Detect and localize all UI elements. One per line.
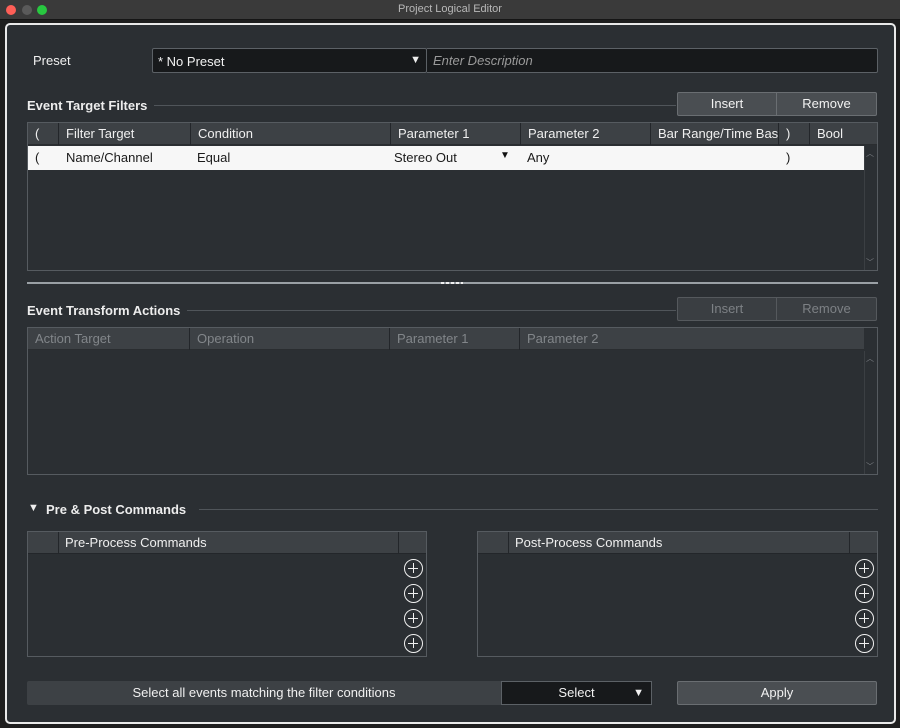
column-header-bar-range[interactable]: Bar Range/Time Bas [651, 123, 779, 145]
filters-section-title: Event Target Filters [27, 98, 148, 113]
filters-table: ( Filter Target Condition Parameter 1 Pa… [27, 122, 878, 271]
description-input[interactable] [427, 48, 878, 73]
column-header-bool[interactable]: Bool [810, 123, 864, 145]
window-title: Project Logical Editor [398, 3, 502, 15]
pre-process-commands-list: Pre-Process Commands [27, 531, 427, 657]
actions-table: Action Target Operation Parameter 1 Para… [27, 327, 878, 475]
add-post-command-icon[interactable] [855, 634, 874, 653]
actions-table-header: Action Target Operation Parameter 1 Para… [28, 328, 864, 350]
add-pre-command-icon[interactable] [404, 559, 423, 578]
function-mode-dropdown[interactable]: Select ▼ [501, 681, 652, 705]
chevron-down-icon: ▼ [633, 687, 644, 699]
scroll-up-icon[interactable]: ︿ [866, 148, 874, 159]
function-mode-value: Select [558, 685, 595, 700]
pre-process-header: Pre-Process Commands [28, 532, 426, 554]
add-pre-command-icon[interactable] [404, 584, 423, 603]
add-pre-command-icon[interactable] [404, 609, 423, 628]
column-header-condition[interactable]: Condition [191, 123, 391, 145]
remove-action-button[interactable]: Remove [777, 297, 877, 321]
post-process-header-label: Post-Process Commands [509, 532, 850, 554]
cell-close-paren[interactable]: ) [779, 146, 790, 170]
column-header-operation[interactable]: Operation [190, 328, 390, 350]
cell-bar-range[interactable] [651, 146, 658, 170]
table-row[interactable]: ( Name/Channel Equal Stereo Out ▼ Any ) [28, 146, 864, 170]
add-post-command-icon[interactable] [855, 559, 874, 578]
scroll-down-icon[interactable]: ﹀ [866, 257, 874, 268]
header-spacer [478, 532, 509, 554]
column-header-parameter-1[interactable]: Parameter 1 [391, 123, 521, 145]
add-post-command-icon[interactable] [855, 609, 874, 628]
preset-dropdown[interactable]: * No Preset ▼ [152, 48, 427, 73]
column-header-action-target[interactable]: Action Target [28, 328, 190, 350]
column-header-parameter-2[interactable]: Parameter 2 [521, 123, 651, 145]
add-pre-command-icon[interactable] [404, 634, 423, 653]
column-header-close-paren[interactable]: ) [779, 123, 810, 145]
post-process-commands-list: Post-Process Commands [477, 531, 878, 657]
section-divider [154, 105, 676, 106]
title-bar: Project Logical Editor [0, 0, 900, 20]
pre-process-header-label: Pre-Process Commands [59, 532, 399, 554]
column-header-open-paren[interactable]: ( [28, 123, 59, 145]
remove-filter-button[interactable]: Remove [777, 92, 877, 116]
function-description: Select all events matching the filter co… [27, 681, 501, 705]
add-post-command-icon[interactable] [855, 584, 874, 603]
column-header-parameter-2[interactable]: Parameter 2 [520, 328, 864, 350]
splitter-grip-icon[interactable] [441, 282, 463, 284]
column-header-parameter-1[interactable]: Parameter 1 [390, 328, 520, 350]
scroll-up-icon[interactable]: ︿ [866, 353, 874, 364]
actions-scrollbar[interactable]: ︿ ﹀ [864, 351, 876, 474]
section-divider [199, 509, 878, 510]
insert-action-button[interactable]: Insert [677, 297, 777, 321]
section-divider [187, 310, 676, 311]
scroll-down-icon[interactable]: ﹀ [866, 461, 874, 472]
cell-parameter-2[interactable]: Any [520, 146, 549, 170]
column-header-filter-target[interactable]: Filter Target [59, 123, 191, 145]
preset-label: Preset [33, 53, 71, 68]
cell-parameter-1[interactable]: Stereo Out [387, 146, 457, 170]
post-process-header: Post-Process Commands [478, 532, 877, 554]
filters-table-header: ( Filter Target Condition Parameter 1 Pa… [28, 123, 877, 145]
cell-filter-target[interactable]: Name/Channel [59, 146, 153, 170]
filters-scrollbar[interactable]: ︿ ﹀ [864, 146, 876, 270]
collapse-triangle-icon[interactable]: ▼ [28, 502, 39, 514]
insert-filter-button[interactable]: Insert [677, 92, 777, 116]
editor-panel: Preset * No Preset ▼ Event Target Filter… [5, 23, 896, 724]
chevron-down-icon[interactable]: ▼ [500, 146, 510, 166]
cell-condition[interactable]: Equal [190, 146, 230, 170]
cell-open-paren[interactable]: ( [28, 146, 39, 170]
chevron-down-icon: ▼ [410, 54, 421, 66]
preset-value: * No Preset [158, 54, 225, 69]
actions-section-title: Event Transform Actions [27, 303, 181, 318]
commands-section-title[interactable]: Pre & Post Commands [46, 502, 186, 517]
cell-bool[interactable] [810, 146, 817, 170]
header-spacer [28, 532, 59, 554]
apply-button[interactable]: Apply [677, 681, 877, 705]
